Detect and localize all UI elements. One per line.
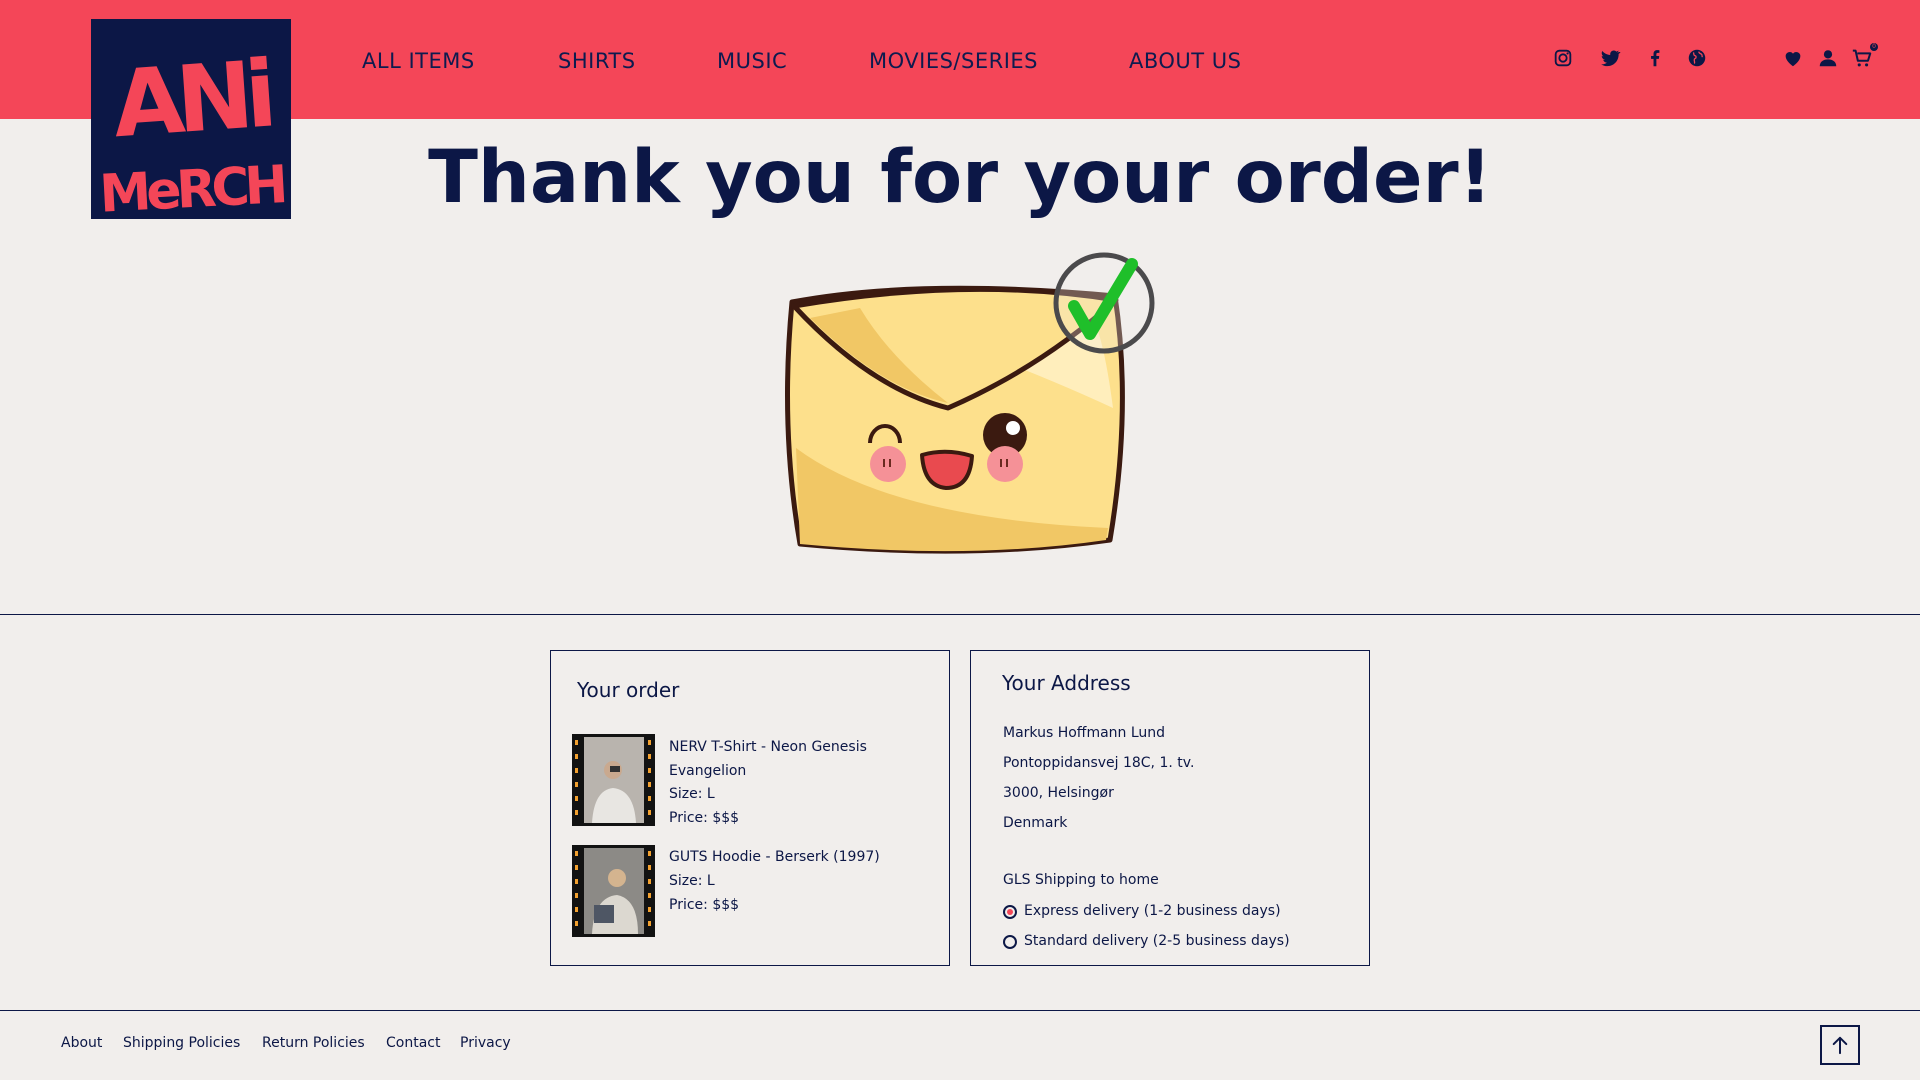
logo-line-1: ANi <box>110 41 273 159</box>
footer-link-privacy[interactable]: Privacy <box>460 1035 511 1051</box>
address-card: Your Address Markus Hoffmann Lund Pontop… <box>970 650 1370 966</box>
nav-all-items[interactable]: ALL ITEMS <box>362 49 475 73</box>
order-card-title: Your order <box>577 678 680 702</box>
back-to-top-button[interactable] <box>1820 1025 1860 1065</box>
product-1-size: Size: L <box>669 786 715 802</box>
arrow-up-icon <box>1832 1036 1848 1055</box>
product-thumbnail-2[interactable] <box>572 845 655 937</box>
heart-icon[interactable] <box>1782 47 1804 69</box>
product-thumbnail-1[interactable] <box>572 734 655 826</box>
footer-link-shipping-policies[interactable]: Shipping Policies <box>123 1035 240 1051</box>
nav-music[interactable]: MUSIC <box>717 49 787 73</box>
product-1-name-line1[interactable]: NERV T-Shirt - Neon Genesis <box>669 739 867 755</box>
address-street: Pontoppidansvej 18C, 1. tv. <box>1003 755 1195 771</box>
envelope-illustration <box>770 248 1160 568</box>
standard-delivery-radio[interactable] <box>1003 935 1017 949</box>
express-delivery-radio[interactable] <box>1003 905 1017 919</box>
logo-line-2: MeRCH <box>98 155 285 219</box>
globe-icon[interactable] <box>1686 47 1708 69</box>
facebook-icon[interactable] <box>1644 47 1666 69</box>
site-logo[interactable]: ANi MeRCH <box>91 19 291 219</box>
product-1-price: Price: $$$ <box>669 810 740 826</box>
footer-link-return-policies[interactable]: Return Policies <box>262 1035 365 1051</box>
twitter-icon[interactable] <box>1599 47 1621 69</box>
shipping-method-label: GLS Shipping to home <box>1003 872 1159 888</box>
section-divider <box>0 614 1920 615</box>
order-summary-card: Your order NERV T-Shirt - Neon Genesis E… <box>550 650 950 966</box>
nav-about-us[interactable]: ABOUT US <box>1129 49 1242 73</box>
product-2-name[interactable]: GUTS Hoodie - Berserk (1997) <box>669 849 880 865</box>
address-card-title: Your Address <box>1002 671 1131 695</box>
address-name: Markus Hoffmann Lund <box>1003 725 1166 741</box>
user-icon[interactable] <box>1817 47 1839 69</box>
product-2-price: Price: $$$ <box>669 897 740 913</box>
footer-link-about[interactable]: About <box>61 1035 102 1051</box>
standard-delivery-label[interactable]: Standard delivery (2-5 business days) <box>1024 933 1290 949</box>
cart-count-badge: 0 <box>1870 43 1878 51</box>
address-city: 3000, Helsingør <box>1003 785 1114 801</box>
instagram-icon[interactable] <box>1552 47 1574 69</box>
footer-divider <box>0 1010 1920 1011</box>
nav-shirts[interactable]: SHIRTS <box>558 49 636 73</box>
product-1-name-line2[interactable]: Evangelion <box>669 763 746 779</box>
address-country: Denmark <box>1003 815 1068 831</box>
nav-movies-series[interactable]: MOVIES/SERIES <box>869 49 1038 73</box>
product-2-size: Size: L <box>669 873 715 889</box>
footer-link-contact[interactable]: Contact <box>386 1035 440 1051</box>
express-delivery-label[interactable]: Express delivery (1-2 business days) <box>1024 903 1281 919</box>
cart-icon[interactable]: 0 <box>1851 43 1878 69</box>
